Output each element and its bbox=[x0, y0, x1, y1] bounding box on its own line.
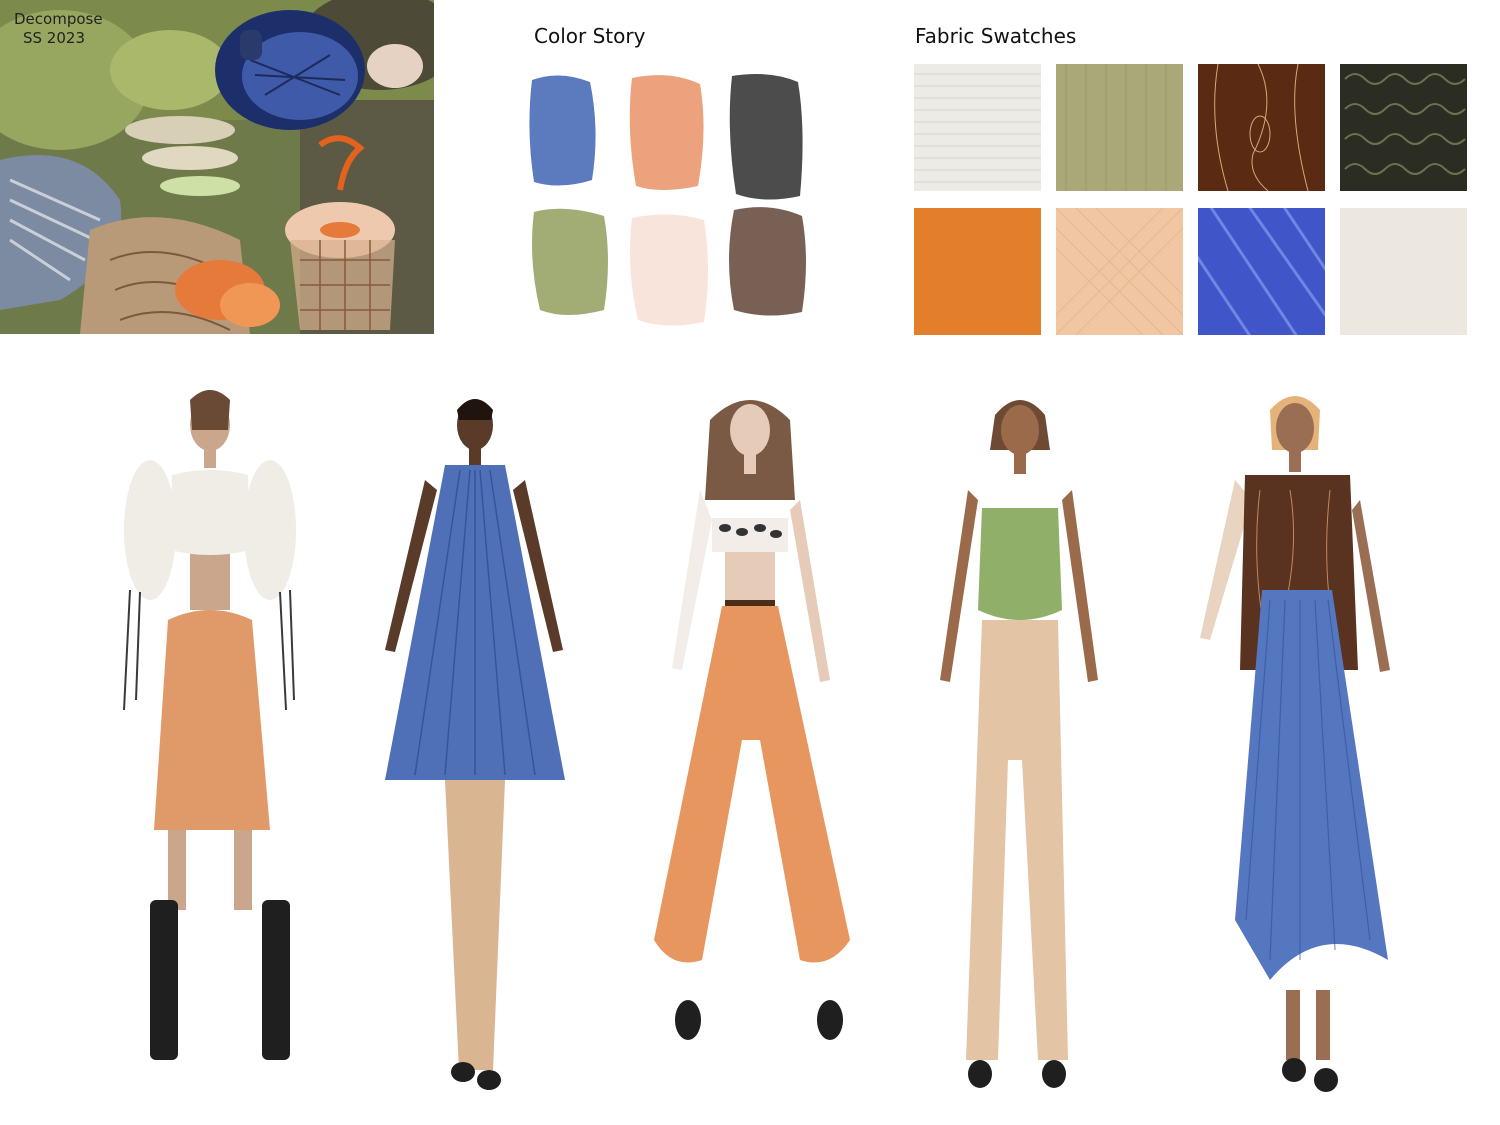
look-5-skirt bbox=[1235, 590, 1388, 980]
look-2-figure bbox=[385, 399, 565, 1090]
olive-gauze-swatch bbox=[1056, 64, 1183, 191]
color-blob-brown bbox=[729, 207, 806, 316]
color-blob-blush bbox=[630, 214, 708, 326]
orange-suede-swatch bbox=[914, 208, 1041, 335]
look-3-sleeve bbox=[672, 490, 712, 670]
color-story-heading: Color Story bbox=[534, 24, 646, 48]
fabric-swatches-heading: Fabric Swatches bbox=[915, 24, 1077, 48]
look-4-figure bbox=[940, 400, 1098, 1088]
color-story-palette bbox=[520, 70, 820, 330]
collection-season: SS 2023 bbox=[23, 29, 85, 47]
blue-pleat-swatch bbox=[1198, 208, 1325, 335]
fabric-swatch-grid bbox=[914, 64, 1468, 335]
color-blob-blue bbox=[529, 75, 596, 186]
brown-woodgrain-swatch bbox=[1198, 64, 1325, 191]
look-5-figure bbox=[1200, 396, 1390, 1092]
moodboard-collage: Decompose SS 2023 bbox=[0, 0, 434, 334]
look-3-figure bbox=[654, 400, 850, 1040]
look-4-top bbox=[978, 508, 1062, 620]
collection-title: Decompose SS 2023 bbox=[14, 10, 103, 48]
look-4-trousers bbox=[966, 620, 1068, 1060]
white-knit-swatch bbox=[914, 64, 1041, 191]
color-blob-olive bbox=[532, 208, 608, 315]
look-1-figure bbox=[123, 390, 296, 1060]
mushroom-collage-image bbox=[0, 0, 434, 334]
look-1-skirt bbox=[154, 610, 270, 830]
black-boucle-swatch bbox=[1340, 64, 1467, 191]
peach-mesh-swatch bbox=[1056, 208, 1183, 335]
collection-name: Decompose bbox=[14, 10, 103, 28]
fashion-lineup bbox=[0, 380, 1500, 1100]
cream-terry-swatch bbox=[1340, 208, 1467, 335]
color-blob-black bbox=[729, 74, 803, 200]
color-blob-orange bbox=[629, 75, 704, 190]
look-2-legs bbox=[445, 780, 505, 1070]
look-1-boots bbox=[150, 900, 290, 1060]
